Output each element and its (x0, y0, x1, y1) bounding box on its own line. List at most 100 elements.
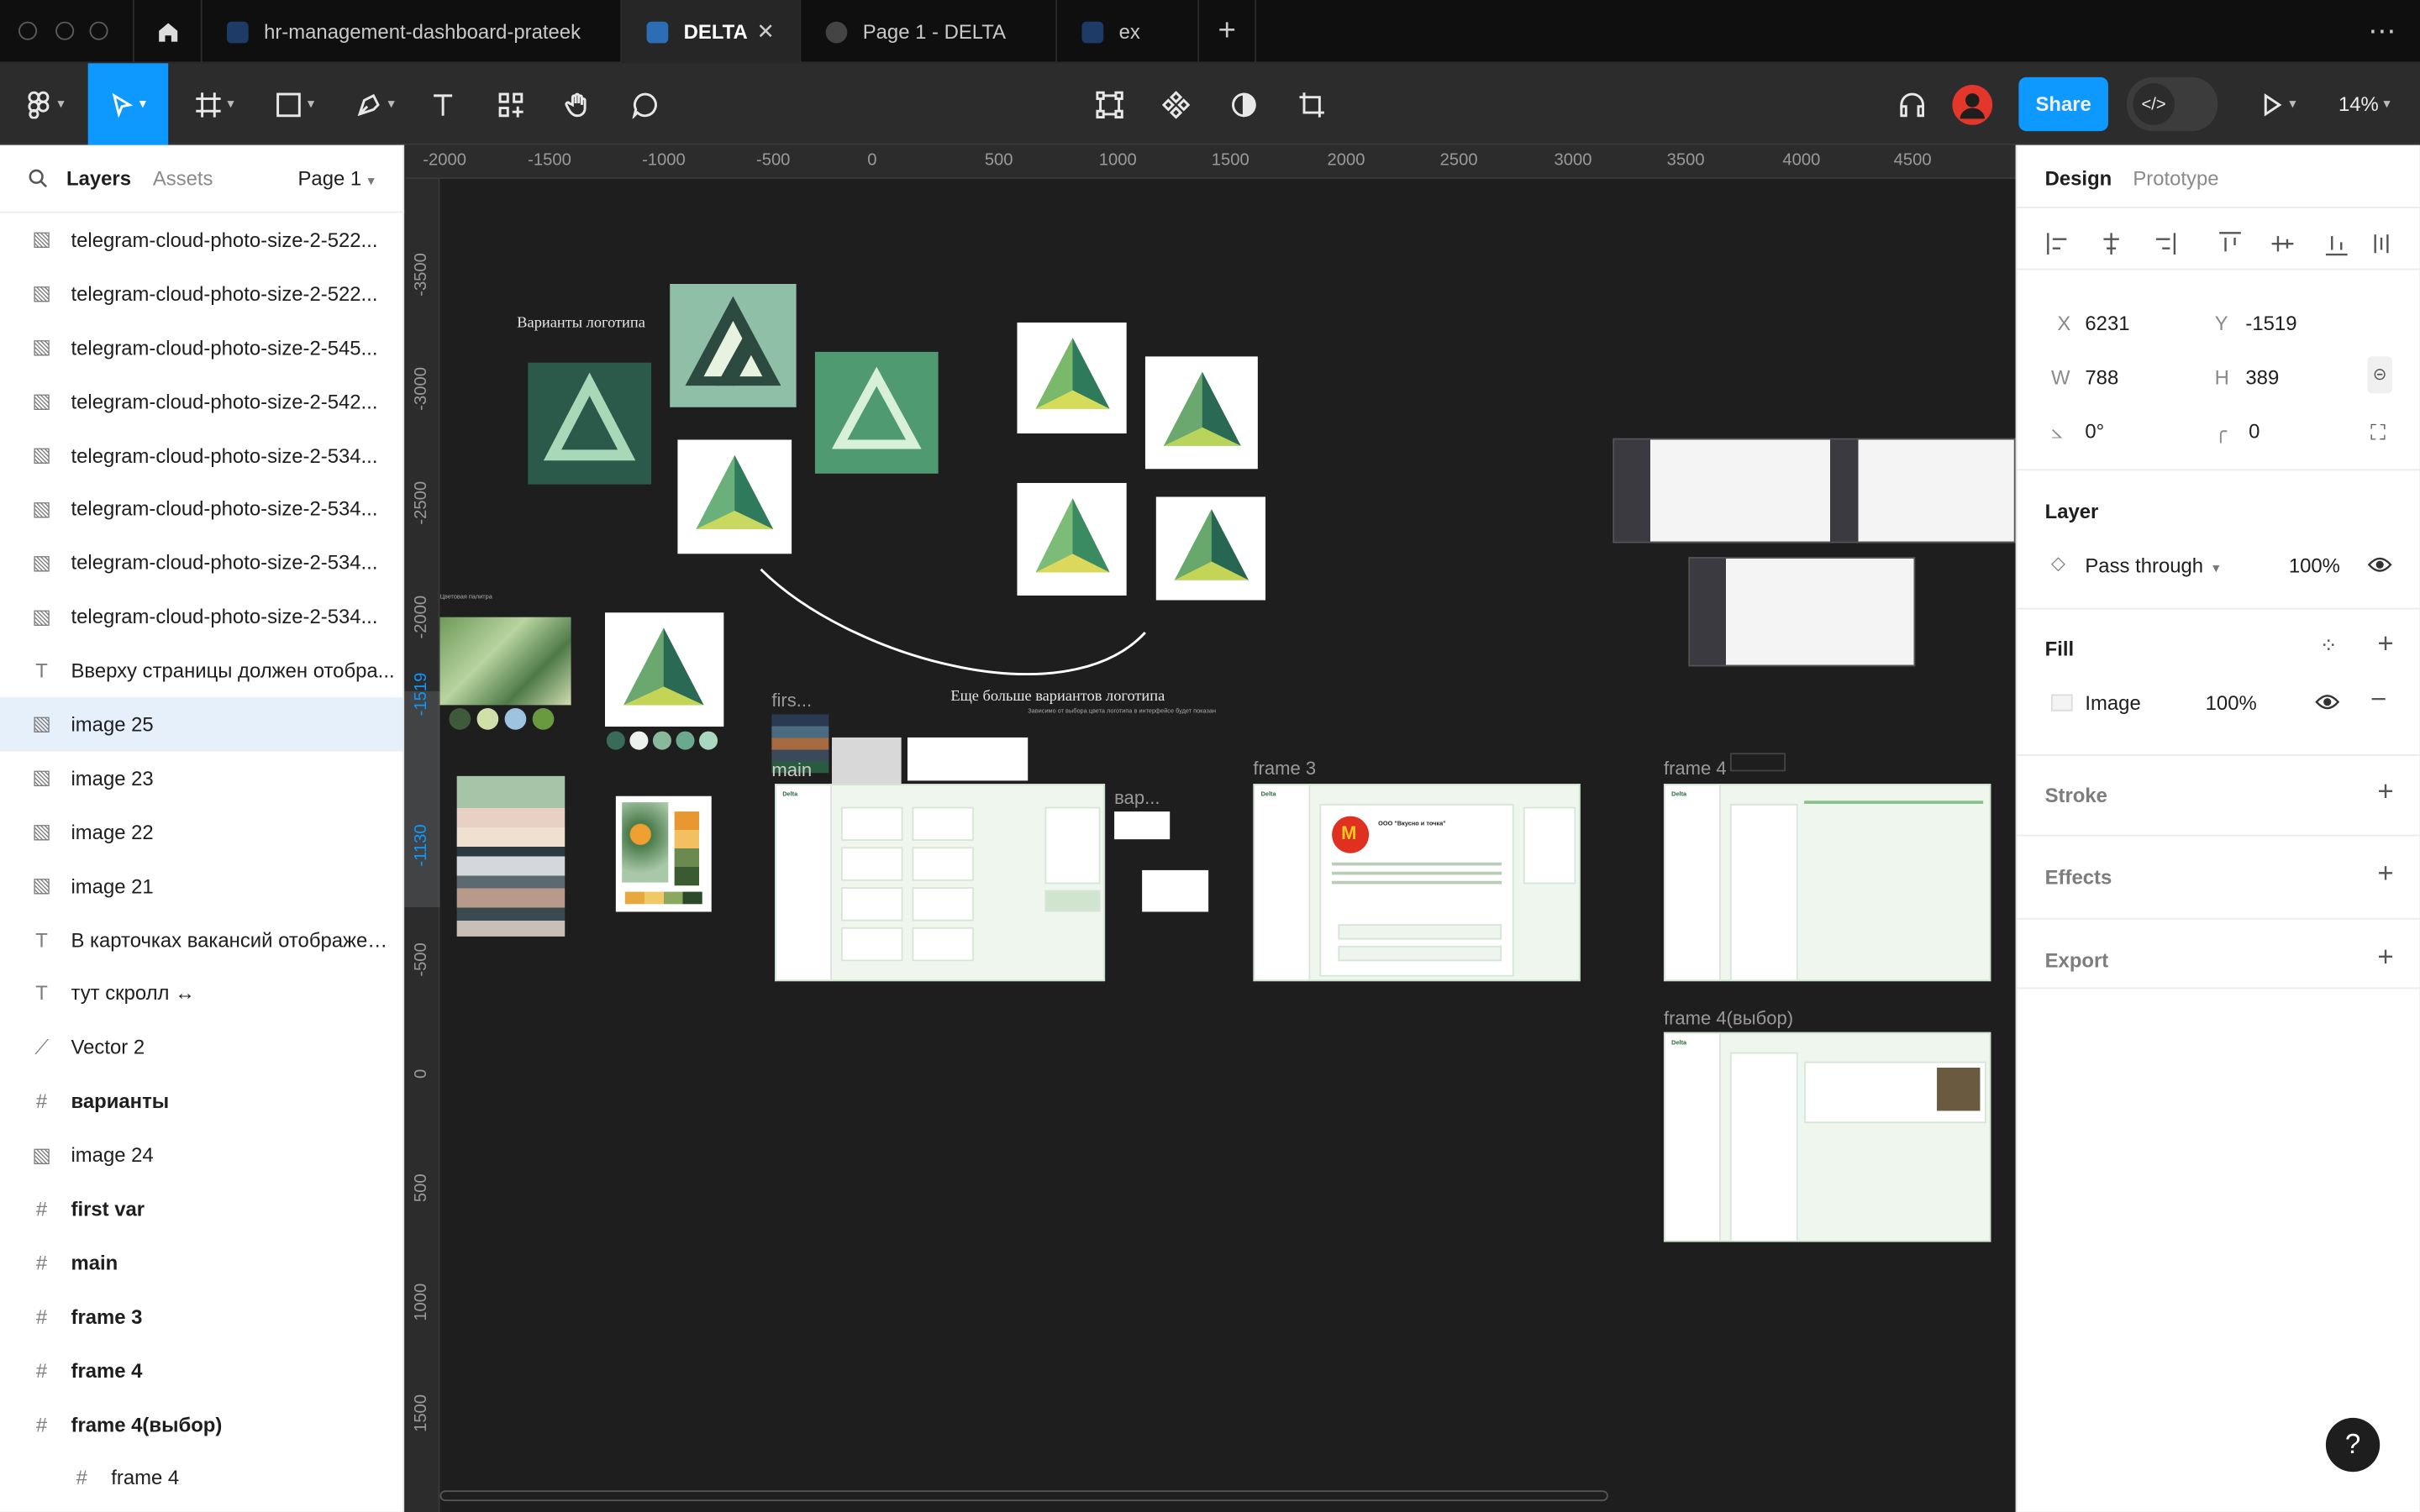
layer-row[interactable]: # main (0, 1236, 402, 1289)
help-button[interactable]: ? (2325, 1417, 2381, 1473)
styles-grid-icon[interactable]: ⁘ (2320, 633, 2338, 659)
page-selector[interactable]: Page 1 ▾ (297, 166, 374, 190)
layer-row[interactable]: ▧ telegram-cloud-photo-size-2-545... (0, 321, 402, 375)
variants-card-2[interactable] (1142, 869, 1209, 912)
height-field[interactable]: 389 (2245, 365, 2279, 389)
more-menu-icon[interactable]: ⋯ (2346, 0, 2420, 63)
layer-row[interactable]: ▧ image 24 (0, 1128, 402, 1182)
layer-row[interactable]: ▧ telegram-cloud-photo-size-2-522... (0, 213, 402, 266)
image-fill-swatch[interactable] (2050, 694, 2073, 711)
layer-row[interactable]: # варианты (0, 1074, 402, 1128)
layer-row[interactable]: # frame 3 (0, 1289, 402, 1343)
layer-row[interactable]: ▧ telegram-cloud-photo-size-2-522... (0, 267, 402, 321)
frame4[interactable]: Delta (1663, 784, 1991, 982)
main-menu-button[interactable]: ▾ (9, 63, 80, 144)
logo-palette-preview[interactable] (604, 612, 724, 727)
logo-gradient-variant-3[interactable] (1144, 356, 1258, 470)
frame-label-frame4-choice[interactable]: frame 4(выбор) (1664, 1007, 1793, 1029)
constrain-proportions-icon[interactable]: ⊝ (2367, 356, 2392, 394)
zoom-menu[interactable]: 14% ▾ (2328, 63, 2402, 144)
design-tab[interactable]: Design (2045, 166, 2112, 190)
layer-row[interactable]: ▧ telegram-cloud-photo-size-2-542... (0, 375, 402, 428)
main-frame[interactable]: Delta (775, 784, 1106, 982)
rotation-field[interactable]: 0° (2085, 420, 2104, 444)
fill-visibility-eye-icon[interactable] (2315, 693, 2340, 711)
eye-icon[interactable] (2367, 555, 2392, 574)
blend-mode-select[interactable]: Pass through ▾ (2085, 554, 2219, 577)
logo-gradient-variant-1[interactable] (677, 439, 792, 554)
palette-swatches-image[interactable] (456, 775, 566, 937)
close-tab-icon[interactable]: ✕ (756, 18, 775, 45)
layer-row[interactable]: ▧ image 23 (0, 751, 402, 805)
add-stroke-icon[interactable]: + (2377, 776, 2393, 809)
layer-row[interactable]: ⟋ Vector 2 (0, 1021, 402, 1074)
alignment-icons[interactable] (2045, 230, 2394, 258)
x-position-field[interactable]: 6231 (2085, 312, 2129, 335)
home-tab[interactable] (132, 0, 201, 64)
present-button[interactable]: ▾ (2247, 63, 2308, 144)
first-var-card[interactable] (907, 737, 1028, 781)
width-field[interactable]: 788 (2085, 365, 2118, 389)
window-close-control[interactable] (18, 21, 38, 40)
layer-row[interactable]: Tтут скролл ↔ (0, 967, 402, 1021)
logo-dark-variant[interactable] (528, 362, 652, 485)
logo-gradient-variant-2[interactable] (1017, 322, 1127, 434)
layer-row[interactable]: T В карточках вакансий отображен... (0, 913, 402, 967)
variants-card-1[interactable] (1114, 811, 1171, 840)
logo-gradient-variant-5[interactable] (1155, 496, 1266, 601)
y-position-field[interactable]: -1519 (2245, 312, 2296, 335)
comment-tool-button[interactable] (622, 63, 668, 144)
new-tab-icon[interactable]: + (1197, 0, 1257, 64)
horizontal-scrollbar[interactable] (439, 1490, 1608, 1502)
text-tool-button[interactable] (420, 63, 466, 144)
frame-tool-button[interactable]: ▾ (179, 63, 250, 144)
layer-row[interactable]: ▧ image 22 (0, 805, 402, 858)
add-effect-icon[interactable]: + (2377, 858, 2393, 890)
layer-row[interactable]: ▧ telegram-cloud-photo-size-2-534... (0, 482, 402, 536)
share-button[interactable]: Share (2018, 76, 2108, 132)
layers-tab[interactable]: Layers (66, 166, 131, 190)
create-component-button[interactable] (1153, 63, 1199, 144)
corner-radius-field[interactable]: 0 (2249, 420, 2260, 444)
resources-tool-button[interactable] (487, 63, 534, 144)
layer-row[interactable]: ▧ telegram-cloud-photo-size-2-534... (0, 590, 402, 643)
frame-label-frame4[interactable]: frame 4 (1664, 758, 1727, 780)
layer-row[interactable]: # frame 4 (0, 1343, 402, 1397)
paint-texture-image[interactable] (439, 617, 571, 706)
fill-type-label[interactable]: Image (2085, 691, 2140, 715)
audio-button[interactable] (1889, 63, 1935, 144)
reference-screenshot[interactable] (1688, 557, 1916, 667)
layer-row[interactable]: ▧ image 21 (0, 858, 402, 912)
shape-tool-button[interactable]: ▾ (260, 63, 330, 144)
layer-row[interactable]: ▧ image 25 (0, 697, 403, 752)
dev-mode-toggle[interactable]: </> (2126, 76, 2218, 132)
prototype-tab[interactable]: Prototype (2133, 166, 2218, 190)
frame4-note[interactable] (1729, 753, 1786, 772)
independent-corners-icon[interactable]: ⛶ (2370, 420, 2386, 446)
frame-label-variants[interactable]: вар... (1114, 787, 1160, 809)
assets-tab[interactable]: Assets (153, 166, 213, 190)
first-var-note[interactable] (831, 737, 902, 785)
layer-row[interactable]: ▧ telegram-cloud-photo-size-2-534... (0, 536, 402, 590)
hand-tool-button[interactable] (555, 63, 602, 144)
logo-light-variant[interactable] (670, 283, 797, 407)
search-icon[interactable] (28, 168, 48, 188)
frame-label-frame3[interactable]: frame 3 (1253, 758, 1316, 780)
user-avatar[interactable] (1951, 63, 1994, 144)
layer-row[interactable]: # first var (0, 1182, 402, 1236)
layer-row[interactable]: # frame 4 (0, 1451, 402, 1504)
tab-ex[interactable]: ex (1055, 0, 1197, 64)
remove-fill-icon[interactable]: − (2370, 684, 2386, 717)
mask-button[interactable] (1221, 63, 1267, 144)
add-fill-icon[interactable]: + (2377, 628, 2393, 661)
add-export-icon[interactable]: + (2377, 941, 2393, 974)
tab-delta[interactable]: DELTA ✕ (620, 0, 800, 64)
window-zoom-control[interactable] (89, 21, 108, 40)
orange-tree-image[interactable] (615, 795, 712, 912)
fill-opacity-field[interactable]: 100% (2206, 691, 2257, 715)
connector-curve[interactable] (756, 564, 1158, 688)
frame3[interactable]: Delta M ООО "Вкусно и точка" (1253, 784, 1581, 982)
tab-hr-dashboard[interactable]: hr-management-dashboard-prateek (200, 0, 621, 64)
frame-label-first-var[interactable]: firs... (771, 690, 812, 711)
layer-row[interactable]: T Вверху страницы должен отобра... (0, 643, 402, 697)
